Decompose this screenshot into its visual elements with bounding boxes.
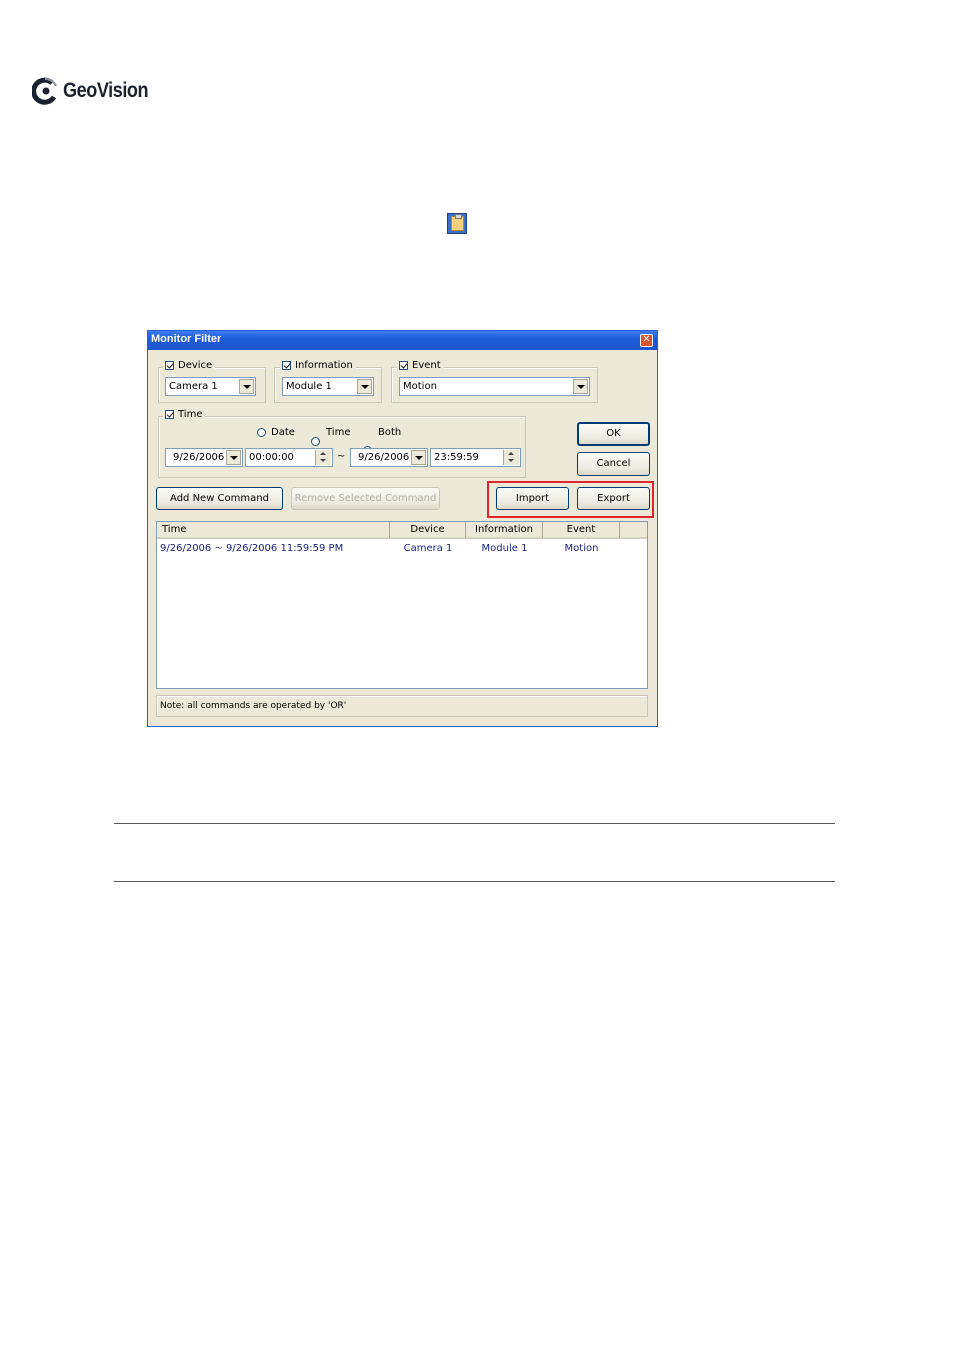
geovision-swirl-icon <box>31 77 60 105</box>
information-checkbox[interactable] <box>282 361 291 370</box>
time-legend: Time <box>163 409 206 420</box>
chevron-down-icon[interactable] <box>573 379 588 394</box>
table-row-time[interactable]: 9/26/2006 ~ 9/26/2006 11:59:59 PM <box>160 543 343 554</box>
range-separator: ~ <box>337 451 346 462</box>
time-group <box>158 416 526 478</box>
event-checkbox[interactable] <box>399 361 408 370</box>
radio-date-label: Date <box>271 427 295 438</box>
start-date-value: 9/26/2006 <box>173 452 225 463</box>
monitor-filter-dialog: Monitor Filter ✕ Device Camera 1 Informa… <box>147 330 658 727</box>
event-label: Event <box>412 360 441 371</box>
event-selected: Motion <box>403 381 437 392</box>
status-note: Note: all commands are operated by 'OR' <box>156 695 648 717</box>
command-list[interactable]: Time Device Information Event 9/26/2006 … <box>156 521 648 689</box>
radio-date[interactable] <box>257 428 266 437</box>
column-header-event[interactable]: Event <box>543 522 620 539</box>
radio-time-label: Time <box>326 427 351 438</box>
time-checkbox[interactable] <box>165 410 174 419</box>
end-date-picker[interactable]: 9/26/2006 <box>350 448 428 467</box>
information-label: Information <box>295 360 353 371</box>
chevron-down-icon[interactable] <box>411 450 426 465</box>
column-header-time[interactable]: Time <box>157 522 390 539</box>
information-legend: Information <box>280 360 356 371</box>
remove-selected-command-button[interactable]: Remove Selected Command <box>291 487 440 510</box>
divider-line <box>114 823 835 824</box>
logo-text: GeoVision <box>63 79 149 102</box>
dialog-title: Monitor Filter <box>151 333 222 345</box>
ok-button[interactable]: OK <box>577 422 650 446</box>
column-header-device[interactable]: Device <box>390 522 466 539</box>
time-label: Time <box>178 409 203 420</box>
table-row-event[interactable]: Motion <box>543 543 620 554</box>
information-combobox[interactable]: Module 1 <box>282 377 374 396</box>
device-combobox[interactable]: Camera 1 <box>165 377 256 396</box>
device-selected: Camera 1 <box>169 381 218 392</box>
chevron-down-icon[interactable] <box>357 379 372 394</box>
divider-line <box>114 881 835 882</box>
end-time-field[interactable]: 23:59:59 <box>430 448 521 467</box>
chevron-down-icon[interactable] <box>226 450 241 465</box>
information-selected: Module 1 <box>286 381 332 392</box>
clipboard-icon <box>447 213 467 234</box>
column-header-information[interactable]: Information <box>466 522 543 539</box>
radio-time[interactable] <box>311 437 320 446</box>
table-row-information[interactable]: Module 1 <box>466 543 543 554</box>
close-icon[interactable]: ✕ <box>640 334 653 347</box>
start-date-picker[interactable]: 9/26/2006 <box>165 448 243 467</box>
event-legend: Event <box>397 360 444 371</box>
spinner-icon[interactable] <box>503 450 519 465</box>
device-checkbox[interactable] <box>165 361 174 370</box>
start-time-value: 00:00:00 <box>249 452 294 463</box>
geovision-logo: GeoVision <box>31 74 162 108</box>
column-header-empty <box>620 522 647 539</box>
end-date-value: 9/26/2006 <box>358 452 410 463</box>
radio-both-label: Both <box>378 427 402 438</box>
title-bar: Monitor Filter ✕ <box>148 331 657 350</box>
spinner-icon[interactable] <box>315 450 331 465</box>
start-time-field[interactable]: 00:00:00 <box>245 448 333 467</box>
device-legend: Device <box>163 360 216 371</box>
device-label: Device <box>178 360 213 371</box>
end-time-value: 23:59:59 <box>434 452 479 463</box>
chevron-down-icon[interactable] <box>239 379 254 394</box>
import-export-highlight <box>487 481 654 518</box>
cancel-button[interactable]: Cancel <box>577 452 650 476</box>
add-new-command-button[interactable]: Add New Command <box>156 487 283 510</box>
event-combobox[interactable]: Motion <box>399 377 590 396</box>
table-row-device[interactable]: Camera 1 <box>390 543 466 554</box>
